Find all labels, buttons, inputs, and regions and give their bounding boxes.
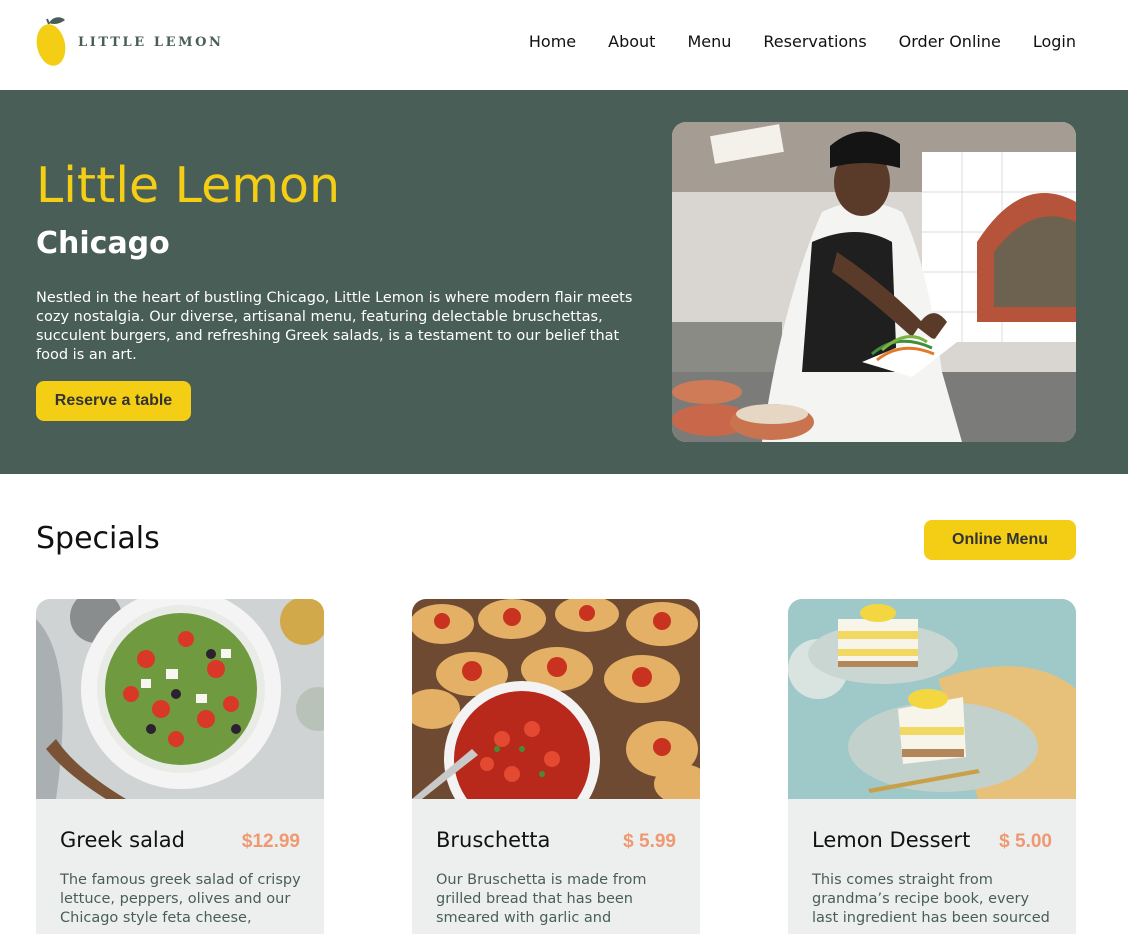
- hero-description: Nestled in the heart of bustling Chicago…: [36, 290, 633, 363]
- lemon-dessert-image: [788, 599, 1076, 799]
- hero-subtitle: Chicago: [36, 226, 170, 261]
- card-price: $12.99: [241, 831, 300, 852]
- lemon-logo-icon: [36, 17, 66, 66]
- logo[interactable]: LITTLE LEMON: [35, 16, 224, 68]
- card-price: $ 5.00: [999, 831, 1052, 852]
- special-card-lemon-dessert[interactable]: Lemon Dessert $ 5.00 This comes straight…: [788, 599, 1076, 934]
- special-card-bruschetta[interactable]: Bruschetta $ 5.99 Our Bruschetta is made…: [412, 599, 700, 934]
- card-description: This comes straight from grandma’s recip…: [812, 872, 1050, 926]
- specials-heading: Specials: [36, 521, 160, 556]
- nav-reservations[interactable]: Reservations: [763, 32, 866, 51]
- hero-section: Little Lemon Chicago Nestled in the hear…: [0, 90, 1128, 474]
- card-title: Bruschetta: [436, 828, 551, 852]
- online-menu-button[interactable]: Online Menu: [924, 520, 1076, 560]
- brand-name: LITTLE LEMON: [78, 34, 224, 50]
- greek-salad-image: [36, 599, 324, 799]
- bruschetta-image: [412, 599, 700, 837]
- nav-home[interactable]: Home: [529, 32, 576, 51]
- card-description: Our Bruschetta is made from grilled brea…: [436, 872, 647, 926]
- nav-order-online[interactable]: Order Online: [899, 32, 1001, 51]
- nav-menu[interactable]: Menu: [687, 32, 731, 51]
- nav-about[interactable]: About: [608, 32, 655, 51]
- reserve-table-button[interactable]: Reserve a table: [36, 381, 191, 421]
- card-price: $ 5.99: [623, 831, 676, 852]
- special-card-greek-salad[interactable]: Greek salad $12.99 The famous greek sala…: [36, 599, 324, 934]
- main-nav: Home About Menu Reservations Order Onlin…: [497, 32, 1076, 51]
- hero-title: Little Lemon: [36, 157, 341, 214]
- card-title: Greek salad: [60, 828, 185, 852]
- card-description: The famous greek salad of crispy lettuce…: [60, 872, 301, 926]
- site-header: LITTLE LEMON Home About Menu Reservation…: [0, 0, 1128, 90]
- card-title: Lemon Dessert: [812, 828, 971, 852]
- hero-chef-image: [672, 122, 1076, 442]
- nav-login[interactable]: Login: [1033, 32, 1076, 51]
